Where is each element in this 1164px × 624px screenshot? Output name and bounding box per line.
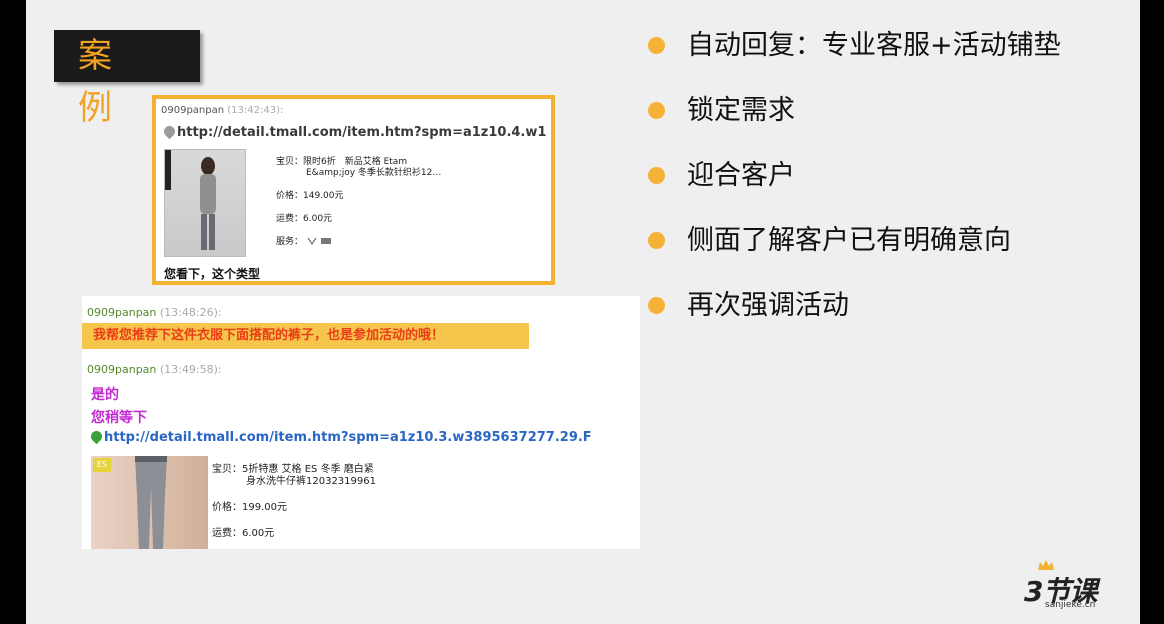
shield-link-icon [164, 125, 178, 140]
bullet-text: 侧面了解客户已有明确意向 [687, 225, 1011, 256]
bullet-text: 再次强调活动 [687, 290, 849, 321]
key-points-list: 自动回复：专业客服+活动铺垫 锁定需求 迎合客户 侧面了解客户已有明确意向 再次… [646, 24, 1061, 349]
message-time: (13:48:26): [159, 306, 222, 319]
slide: 案 例 0909panpan (13:42:43): http://detail… [26, 0, 1140, 624]
bullet-dot-icon [648, 37, 665, 54]
bullet-dot-icon [648, 167, 665, 184]
service-label: 服务： [276, 237, 304, 247]
chat-message-header: 0909panpan (13:48:26): [87, 306, 222, 319]
highlighted-message: 我帮您推荐下这件衣服下面搭配的裤子，也是参加活动的哦！ [82, 323, 529, 349]
product-title-line2: E&amp;joy 冬季长款针织衫12… [306, 168, 442, 178]
product-details: 宝贝：5折特惠 艾格 ES 冬季 磨白紧 身水洗牛仔裤12032319961 价… [212, 464, 376, 549]
product-price: 价格：149.00元 [276, 191, 344, 201]
message-time: (13:49:58): [159, 363, 222, 376]
message-time: (13:42:43): [227, 105, 284, 116]
sender-name: 0909panpan [161, 105, 225, 116]
bullet-item: 自动回复：专业客服+活动铺垫 [646, 24, 1061, 89]
product-details: 宝贝：限时6折 新品艾格 Etam E&amp;joy 冬季长款针织衫12… 价… [276, 157, 441, 260]
bullet-item: 锁定需求 [646, 89, 1061, 154]
product-shipping: 运费：6.00元 [212, 528, 275, 539]
bullet-item: 侧面了解客户已有明确意向 [646, 219, 1061, 284]
product-title-line1: 宝贝：5折特惠 艾格 ES 冬季 磨白紧 [212, 464, 374, 475]
sender-name: 0909panpan [87, 363, 157, 376]
product-thumbnail[interactable]: ES [91, 456, 208, 549]
shield-link-icon [88, 428, 105, 445]
chat-message-line: 是的 [91, 387, 119, 403]
bullet-item: 再次强调活动 [646, 284, 1061, 349]
bullet-dot-icon [648, 102, 665, 119]
product-shipping: 运费：6.00元 [276, 214, 333, 224]
bullet-item: 迎合客户 [646, 154, 1061, 219]
service-card-icon [321, 238, 332, 244]
brand-logo: 3节课 sanjieke.cn [1024, 560, 1124, 612]
sender-name: 0909panpan [87, 306, 157, 319]
case-title-badge: 案 例 [54, 30, 200, 128]
bullet-text: 锁定需求 [687, 95, 795, 126]
bullet-text: 迎合客户 [687, 160, 795, 191]
chat-message-header: 0909panpan (13:49:58): [87, 363, 222, 376]
jeans-figure-icon [135, 456, 167, 549]
product-title-line1: 宝贝：限时6折 新品艾格 Etam [276, 157, 408, 167]
bullet-dot-icon [648, 232, 665, 249]
service-shield-icon [307, 237, 317, 245]
product-link-text: http://detail.tmall.com/item.htm?spm=a1z… [104, 430, 592, 445]
bullet-dot-icon [648, 297, 665, 314]
chat-screenshot-1: 0909panpan (13:42:43): http://detail.tma… [152, 95, 555, 285]
chat-message-text: 您看下，这个类型 [164, 267, 261, 281]
product-link-text: http://detail.tmall.com/item.htm?spm=a1z… [177, 125, 547, 140]
model-figure-icon [200, 157, 216, 250]
chat-message-header: 0909panpan (13:42:43): [161, 105, 283, 116]
brand-strip [165, 150, 171, 190]
logo-domain: sanjieke.cn [1045, 600, 1096, 610]
chat-screenshot-2: 0909panpan (13:48:26): 我帮您推荐下这件衣服下面搭配的裤子… [82, 296, 640, 549]
product-thumbnail[interactable] [164, 149, 246, 257]
bullet-text: 自动回复：专业客服+活动铺垫 [687, 30, 1061, 61]
product-link[interactable]: http://detail.tmall.com/item.htm?spm=a1z… [164, 125, 549, 140]
product-title-line2: 身水洗牛仔裤12032319961 [246, 476, 376, 487]
chat-message-line: 您稍等下 [91, 410, 147, 426]
product-price: 价格：199.00元 [212, 502, 287, 513]
product-service: 服务： [276, 237, 441, 248]
crown-icon [1038, 560, 1054, 570]
product-link[interactable]: http://detail.tmall.com/item.htm?spm=a1z… [88, 428, 592, 445]
